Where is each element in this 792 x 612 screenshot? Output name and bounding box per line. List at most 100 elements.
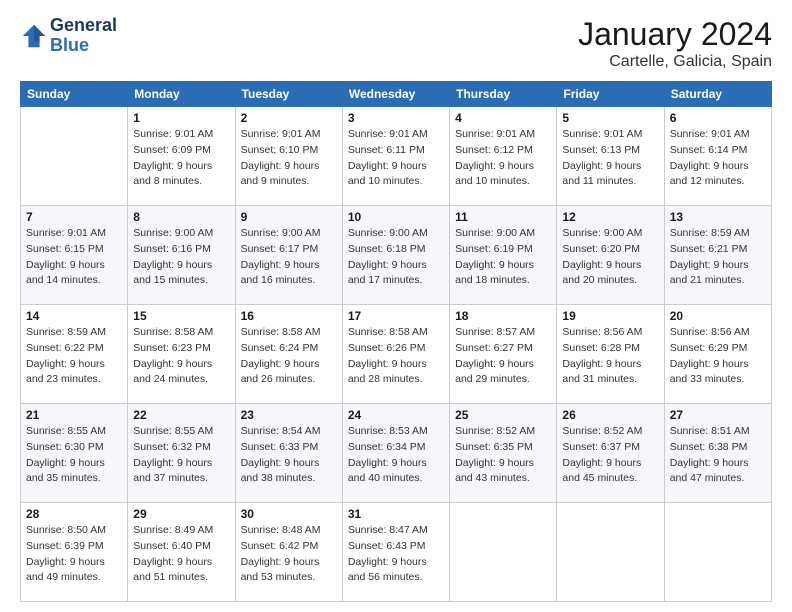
calendar-cell: 5 Sunrise: 9:01 AMSunset: 6:13 PMDayligh… (557, 107, 664, 206)
day-number: 22 (133, 408, 229, 422)
day-info: Sunrise: 8:50 AMSunset: 6:39 PMDaylight:… (26, 523, 122, 586)
day-number: 9 (241, 210, 337, 224)
day-number: 26 (562, 408, 658, 422)
day-number: 2 (241, 111, 337, 125)
weekday-header-sunday: Sunday (21, 82, 128, 107)
day-info: Sunrise: 8:59 AMSunset: 6:22 PMDaylight:… (26, 325, 122, 388)
calendar-cell: 3 Sunrise: 9:01 AMSunset: 6:11 PMDayligh… (342, 107, 449, 206)
calendar-cell: 25 Sunrise: 8:52 AMSunset: 6:35 PMDaylig… (450, 404, 557, 503)
day-number: 1 (133, 111, 229, 125)
day-number: 23 (241, 408, 337, 422)
main-title: January 2024 (578, 16, 772, 53)
calendar-cell (664, 503, 771, 602)
weekday-header-monday: Monday (128, 82, 235, 107)
day-info: Sunrise: 8:58 AMSunset: 6:24 PMDaylight:… (241, 325, 337, 388)
calendar-cell: 6 Sunrise: 9:01 AMSunset: 6:14 PMDayligh… (664, 107, 771, 206)
day-info: Sunrise: 9:01 AMSunset: 6:14 PMDaylight:… (670, 127, 766, 190)
day-info: Sunrise: 9:01 AMSunset: 6:10 PMDaylight:… (241, 127, 337, 190)
day-number: 17 (348, 309, 444, 323)
weekday-header-row: SundayMondayTuesdayWednesdayThursdayFrid… (21, 82, 772, 107)
day-info: Sunrise: 8:54 AMSunset: 6:33 PMDaylight:… (241, 424, 337, 487)
calendar-cell: 14 Sunrise: 8:59 AMSunset: 6:22 PMDaylig… (21, 305, 128, 404)
calendar-cell: 1 Sunrise: 9:01 AMSunset: 6:09 PMDayligh… (128, 107, 235, 206)
calendar-cell: 7 Sunrise: 9:01 AMSunset: 6:15 PMDayligh… (21, 206, 128, 305)
day-info: Sunrise: 8:56 AMSunset: 6:29 PMDaylight:… (670, 325, 766, 388)
calendar-cell: 20 Sunrise: 8:56 AMSunset: 6:29 PMDaylig… (664, 305, 771, 404)
day-info: Sunrise: 9:00 AMSunset: 6:19 PMDaylight:… (455, 226, 551, 289)
day-number: 19 (562, 309, 658, 323)
day-number: 27 (670, 408, 766, 422)
day-number: 14 (26, 309, 122, 323)
calendar-cell: 11 Sunrise: 9:00 AMSunset: 6:19 PMDaylig… (450, 206, 557, 305)
logo-icon (20, 22, 48, 50)
day-info: Sunrise: 8:59 AMSunset: 6:21 PMDaylight:… (670, 226, 766, 289)
day-number: 20 (670, 309, 766, 323)
day-number: 3 (348, 111, 444, 125)
day-info: Sunrise: 8:56 AMSunset: 6:28 PMDaylight:… (562, 325, 658, 388)
day-info: Sunrise: 9:01 AMSunset: 6:09 PMDaylight:… (133, 127, 229, 190)
calendar-cell (450, 503, 557, 602)
subtitle: Cartelle, Galicia, Spain (578, 53, 772, 71)
day-number: 13 (670, 210, 766, 224)
day-number: 8 (133, 210, 229, 224)
day-info: Sunrise: 8:57 AMSunset: 6:27 PMDaylight:… (455, 325, 551, 388)
day-number: 12 (562, 210, 658, 224)
day-number: 21 (26, 408, 122, 422)
weekday-header-saturday: Saturday (664, 82, 771, 107)
calendar-week-1: 7 Sunrise: 9:01 AMSunset: 6:15 PMDayligh… (21, 206, 772, 305)
day-number: 28 (26, 507, 122, 521)
calendar-cell: 12 Sunrise: 9:00 AMSunset: 6:20 PMDaylig… (557, 206, 664, 305)
calendar-cell: 23 Sunrise: 8:54 AMSunset: 6:33 PMDaylig… (235, 404, 342, 503)
calendar-cell (557, 503, 664, 602)
calendar-cell: 30 Sunrise: 8:48 AMSunset: 6:42 PMDaylig… (235, 503, 342, 602)
day-number: 24 (348, 408, 444, 422)
day-number: 10 (348, 210, 444, 224)
day-info: Sunrise: 9:00 AMSunset: 6:20 PMDaylight:… (562, 226, 658, 289)
calendar-cell: 15 Sunrise: 8:58 AMSunset: 6:23 PMDaylig… (128, 305, 235, 404)
calendar-week-2: 14 Sunrise: 8:59 AMSunset: 6:22 PMDaylig… (21, 305, 772, 404)
calendar-cell: 9 Sunrise: 9:00 AMSunset: 6:17 PMDayligh… (235, 206, 342, 305)
calendar-table: SundayMondayTuesdayWednesdayThursdayFrid… (20, 81, 772, 602)
calendar-week-3: 21 Sunrise: 8:55 AMSunset: 6:30 PMDaylig… (21, 404, 772, 503)
calendar-cell: 13 Sunrise: 8:59 AMSunset: 6:21 PMDaylig… (664, 206, 771, 305)
day-number: 5 (562, 111, 658, 125)
day-info: Sunrise: 9:00 AMSunset: 6:17 PMDaylight:… (241, 226, 337, 289)
calendar-cell: 29 Sunrise: 8:49 AMSunset: 6:40 PMDaylig… (128, 503, 235, 602)
day-number: 31 (348, 507, 444, 521)
day-number: 6 (670, 111, 766, 125)
calendar-cell: 16 Sunrise: 8:58 AMSunset: 6:24 PMDaylig… (235, 305, 342, 404)
calendar-week-0: 1 Sunrise: 9:01 AMSunset: 6:09 PMDayligh… (21, 107, 772, 206)
calendar-cell: 8 Sunrise: 9:00 AMSunset: 6:16 PMDayligh… (128, 206, 235, 305)
calendar-cell: 10 Sunrise: 9:00 AMSunset: 6:18 PMDaylig… (342, 206, 449, 305)
calendar-week-4: 28 Sunrise: 8:50 AMSunset: 6:39 PMDaylig… (21, 503, 772, 602)
day-info: Sunrise: 8:49 AMSunset: 6:40 PMDaylight:… (133, 523, 229, 586)
calendar-cell: 24 Sunrise: 8:53 AMSunset: 6:34 PMDaylig… (342, 404, 449, 503)
day-info: Sunrise: 8:51 AMSunset: 6:38 PMDaylight:… (670, 424, 766, 487)
day-number: 29 (133, 507, 229, 521)
weekday-header-wednesday: Wednesday (342, 82, 449, 107)
day-info: Sunrise: 8:48 AMSunset: 6:42 PMDaylight:… (241, 523, 337, 586)
day-info: Sunrise: 8:52 AMSunset: 6:35 PMDaylight:… (455, 424, 551, 487)
logo-text-general: General (50, 16, 117, 36)
header: General Blue January 2024 Cartelle, Gali… (20, 16, 772, 71)
day-info: Sunrise: 8:58 AMSunset: 6:23 PMDaylight:… (133, 325, 229, 388)
calendar-cell: 19 Sunrise: 8:56 AMSunset: 6:28 PMDaylig… (557, 305, 664, 404)
weekday-header-tuesday: Tuesday (235, 82, 342, 107)
day-info: Sunrise: 8:58 AMSunset: 6:26 PMDaylight:… (348, 325, 444, 388)
calendar-cell: 26 Sunrise: 8:52 AMSunset: 6:37 PMDaylig… (557, 404, 664, 503)
day-info: Sunrise: 8:47 AMSunset: 6:43 PMDaylight:… (348, 523, 444, 586)
calendar-cell: 17 Sunrise: 8:58 AMSunset: 6:26 PMDaylig… (342, 305, 449, 404)
calendar-cell: 31 Sunrise: 8:47 AMSunset: 6:43 PMDaylig… (342, 503, 449, 602)
day-info: Sunrise: 8:52 AMSunset: 6:37 PMDaylight:… (562, 424, 658, 487)
day-info: Sunrise: 9:01 AMSunset: 6:12 PMDaylight:… (455, 127, 551, 190)
day-info: Sunrise: 8:53 AMSunset: 6:34 PMDaylight:… (348, 424, 444, 487)
weekday-header-friday: Friday (557, 82, 664, 107)
day-number: 15 (133, 309, 229, 323)
calendar-cell: 18 Sunrise: 8:57 AMSunset: 6:27 PMDaylig… (450, 305, 557, 404)
weekday-header-thursday: Thursday (450, 82, 557, 107)
day-number: 30 (241, 507, 337, 521)
day-info: Sunrise: 8:55 AMSunset: 6:32 PMDaylight:… (133, 424, 229, 487)
day-info: Sunrise: 9:00 AMSunset: 6:18 PMDaylight:… (348, 226, 444, 289)
title-block: January 2024 Cartelle, Galicia, Spain (578, 16, 772, 71)
calendar-cell: 2 Sunrise: 9:01 AMSunset: 6:10 PMDayligh… (235, 107, 342, 206)
